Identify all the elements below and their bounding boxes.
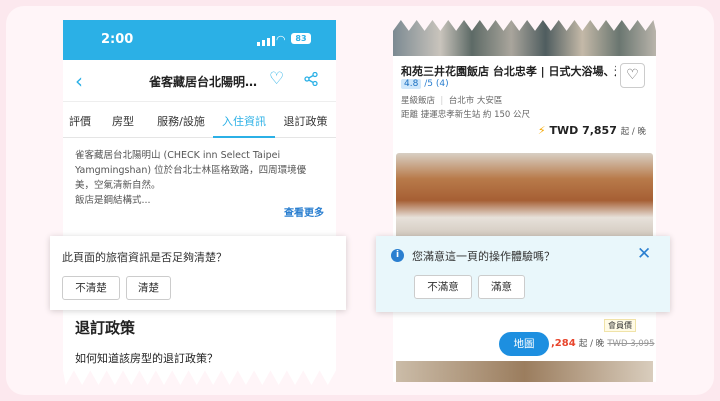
favorite-heart-icon[interactable]: ♡ xyxy=(620,63,645,88)
rating-score: 4.8 xyxy=(401,79,422,89)
survey-question: 您滿意這一頁的操作體驗嗎？ xyxy=(412,250,555,263)
unclear-button[interactable]: 不清楚 xyxy=(62,276,120,300)
price-value: TWD 7,857 xyxy=(549,124,617,137)
hotel-description: 雀客藏居台北陽明山 (CHECK inn Select Taipei Yamgm… xyxy=(63,138,336,234)
status-time: 2:00 xyxy=(101,32,134,47)
tab-reviews[interactable]: 評價 xyxy=(63,102,97,137)
tab-facilities[interactable]: 服務/設施 xyxy=(149,102,213,137)
page-title: 雀客藏居台北陽明… xyxy=(149,75,258,89)
tab-cancellation-policy[interactable]: 退訂政策 xyxy=(275,102,336,137)
original-price: TWD 3,095 xyxy=(607,339,655,349)
battery-icon: 83 xyxy=(291,33,311,44)
price: ⚡ TWD 7,857 起 / 晚 xyxy=(538,124,646,137)
description-line: 雀客藏居台北陽明山 (CHECK inn Select Taipei xyxy=(75,150,281,161)
survey-question: 此頁面的旅宿資訊是否足夠清楚？ xyxy=(62,251,227,264)
policy-heading: 退訂政策 xyxy=(75,319,136,337)
price-unit: 起 / 晚 xyxy=(620,127,646,137)
location: 台北市 大安區 xyxy=(448,96,503,106)
description-line: 美，空氣清新自然。 xyxy=(75,180,161,191)
info-icon: i xyxy=(391,249,404,262)
left-phone-screen: 2:00 ◠ 83 ‹ 雀客藏居台北陽明… ♡ 評價 房型 服務/設施 入住資訊… xyxy=(63,20,336,385)
hotel-name[interactable]: 和苑三井花園飯店 台北忠孝 | 日式大浴場、連… xyxy=(401,63,616,79)
tab-rooms[interactable]: 房型 xyxy=(97,102,149,137)
policy-question[interactable]: 如何知道該房型的退訂政策？ xyxy=(75,350,336,366)
tab-checkin-info[interactable]: 入住資訊 xyxy=(213,102,275,138)
see-more-link[interactable]: 查看更多 xyxy=(284,204,324,219)
left-survey-card: 此頁面的旅宿資訊是否足夠清楚？ 不清楚 清楚 xyxy=(50,236,346,310)
room-photo[interactable] xyxy=(396,153,653,239)
second-price: ,284 起 / 晚 TWD 3,095 xyxy=(551,337,655,349)
dissatisfied-button[interactable]: 不滿意 xyxy=(414,275,472,299)
hotel-photo[interactable] xyxy=(396,361,653,382)
right-survey-card: i 您滿意這一頁的操作體驗嗎？ ✕ 不滿意 滿意 xyxy=(376,236,670,312)
rating-count: (4) xyxy=(435,79,449,89)
star-label: 星級飯店 xyxy=(401,96,436,106)
rating-suffix: /5 xyxy=(424,79,433,89)
rating: 4.8 /5 (4) xyxy=(401,79,449,89)
map-button[interactable]: 地圖 xyxy=(499,332,549,356)
clear-button[interactable]: 清楚 xyxy=(126,276,171,300)
satisfied-button[interactable]: 滿意 xyxy=(478,275,525,299)
back-arrow-icon[interactable]: ‹ xyxy=(75,69,83,93)
right-phone-screen: 和苑三井花園飯店 台北忠孝 | 日式大浴場、連… ♡ 4.8 /5 (4) 星級… xyxy=(393,20,656,382)
policy-section: 退訂政策 如何知道該房型的退訂政策？ xyxy=(63,317,336,366)
status-bar: 2:00 ◠ 83 xyxy=(63,20,336,60)
close-icon[interactable]: ✕ xyxy=(637,244,651,264)
member-price-badge: 會員價 xyxy=(604,319,636,332)
second-price-value: ,284 xyxy=(551,338,576,349)
lightning-icon: ⚡ xyxy=(537,124,546,137)
wifi-icon: ◠ xyxy=(276,33,286,46)
description-line: Yamgmingshan) 位於台北士林區格致路，四周環境優 xyxy=(75,165,307,176)
nav-bar: ‹ 雀客藏居台北陽明… ♡ xyxy=(63,60,336,102)
separator: | xyxy=(437,96,446,106)
share-icon[interactable] xyxy=(304,71,318,90)
signal-icon xyxy=(257,36,275,46)
distance: 距離 捷運忠孝新生站 約 150 公尺 xyxy=(401,110,531,120)
hotel-meta: 星級飯店 | 台北市 大安區 xyxy=(401,94,502,106)
favorite-heart-icon[interactable]: ♡ xyxy=(269,69,284,89)
section-tabs: 評價 房型 服務/設施 入住資訊 退訂政策 xyxy=(63,102,336,138)
second-price-unit: 起 / 晚 xyxy=(578,339,605,349)
